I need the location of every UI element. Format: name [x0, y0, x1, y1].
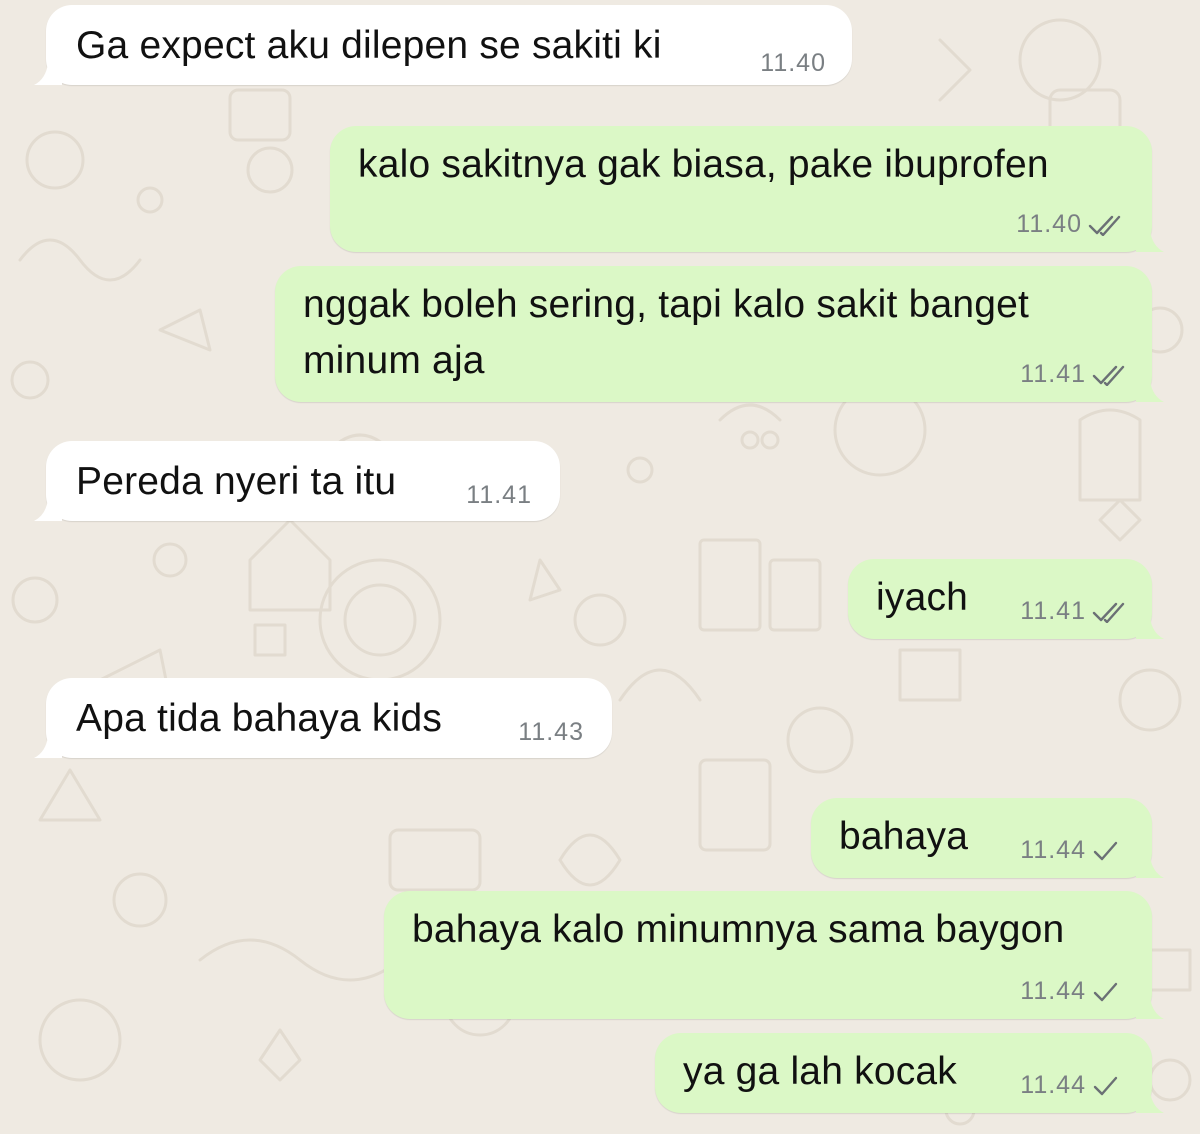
message-bubble-outgoing[interactable]: nggak boleh sering, tapi kalo sakit bang…	[275, 266, 1164, 402]
message-text: Apa tida bahaya kids	[76, 697, 443, 740]
bubble-tail	[1136, 1081, 1164, 1113]
double-check-icon	[1092, 365, 1125, 386]
bubble-tail	[1136, 220, 1164, 252]
message-timestamp: 11.41	[466, 481, 532, 509]
message-bubble-outgoing[interactable]: kalo sakitnya gak biasa, pake ibuprofen …	[330, 126, 1164, 252]
bubble-tail	[1136, 987, 1164, 1019]
message-text-line: nggak boleh sering, tapi kalo sakit bang…	[303, 283, 1030, 326]
message-text: kalo sakitnya gak biasa, pake ibuprofen	[358, 143, 1049, 186]
message-meta: 11.41	[1020, 597, 1126, 626]
message-timestamp: 11.44	[1020, 836, 1086, 864]
message-meta: 11.40	[1016, 210, 1122, 239]
message-timestamp: 11.41	[1020, 597, 1086, 625]
message-text: ya ga lah kocak	[683, 1050, 958, 1093]
message-bubble-incoming[interactable]: Pereda nyeri ta itu 11.41	[34, 441, 560, 521]
bubble-tail	[1136, 607, 1164, 639]
bubble-tail	[1136, 846, 1164, 878]
message-meta: 11.44	[1020, 977, 1118, 1006]
bubble-tail	[34, 53, 62, 85]
single-check-icon	[1093, 982, 1118, 1001]
single-check-icon	[1093, 1076, 1118, 1095]
single-check-icon	[1093, 841, 1118, 860]
message-bubble-incoming[interactable]: Apa tida bahaya kids 11.43	[34, 678, 612, 758]
message-text: iyach	[876, 576, 969, 619]
bubble-tail	[34, 489, 62, 521]
message-timestamp: 11.40	[760, 49, 826, 77]
message-time: 11.40	[760, 49, 826, 78]
message-time: 11.43	[518, 718, 584, 747]
message-text: Ga expect aku dilepen se sakiti ki	[76, 24, 662, 67]
message-text: bahaya	[839, 815, 969, 858]
message-timestamp: 11.43	[518, 718, 584, 746]
message-meta: 11.41	[1020, 360, 1126, 389]
message-bubble-outgoing[interactable]: iyach 11.41	[848, 559, 1164, 639]
bubble-tail	[1136, 370, 1164, 402]
message-bubble-incoming[interactable]: Ga expect aku dilepen se sakiti ki 11.40	[34, 5, 852, 85]
message-bubble-outgoing[interactable]: ya ga lah kocak 11.44	[655, 1033, 1164, 1113]
message-timestamp: 11.44	[1020, 1071, 1086, 1099]
bubble-tail	[34, 726, 62, 758]
double-check-icon	[1092, 602, 1125, 623]
message-meta: 11.44	[1020, 836, 1118, 865]
message-text-line: minum aja	[303, 339, 485, 382]
double-check-icon	[1088, 215, 1121, 236]
message-meta: 11.44	[1020, 1071, 1118, 1100]
message-time: 11.41	[466, 481, 532, 510]
message-timestamp: 11.40	[1016, 210, 1082, 238]
message-text: bahaya kalo minumnya sama baygon	[412, 908, 1065, 951]
message-bubble-outgoing[interactable]: bahaya kalo minumnya sama baygon 11.44	[384, 891, 1164, 1019]
message-bubble-outgoing[interactable]: bahaya 11.44	[811, 798, 1164, 878]
message-text: Pereda nyeri ta itu	[76, 460, 397, 503]
message-timestamp: 11.41	[1020, 360, 1086, 388]
message-timestamp: 11.44	[1020, 977, 1086, 1005]
